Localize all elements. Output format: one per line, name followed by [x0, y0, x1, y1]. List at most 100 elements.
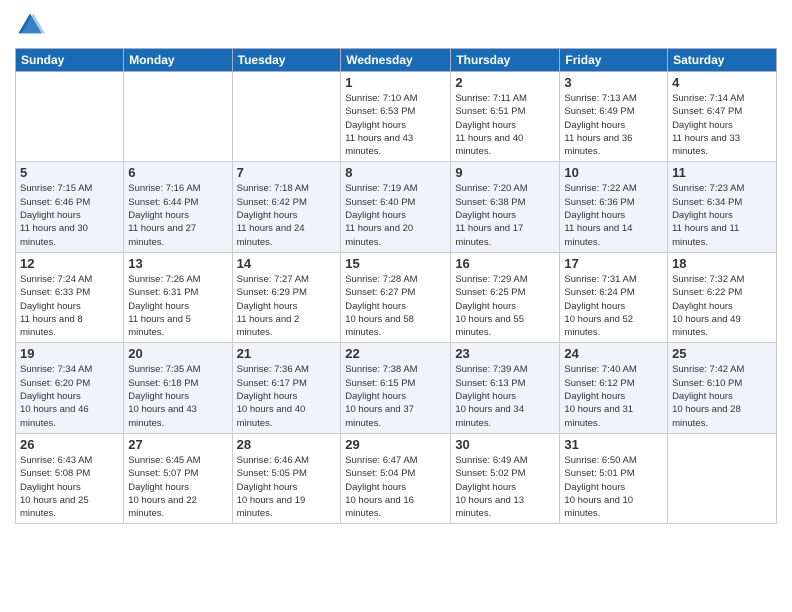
day-info: Sunrise: 6:45 AMSunset: 5:07 PMDaylight … — [128, 454, 227, 520]
week-row-3: 12 Sunrise: 7:24 AMSunset: 6:33 PMDayligh… — [16, 252, 777, 342]
day-info: Sunrise: 7:13 AMSunset: 6:49 PMDaylight … — [564, 92, 663, 158]
day-info: Sunrise: 7:32 AMSunset: 6:22 PMDaylight … — [672, 273, 772, 339]
day-number: 3 — [564, 75, 663, 90]
day-number: 24 — [564, 346, 663, 361]
day-info: Sunrise: 7:29 AMSunset: 6:25 PMDaylight … — [455, 273, 555, 339]
calendar-cell: 19 Sunrise: 7:34 AMSunset: 6:20 PMDayligh… — [16, 343, 124, 433]
day-number: 16 — [455, 256, 555, 271]
day-info: Sunrise: 7:31 AMSunset: 6:24 PMDaylight … — [564, 273, 663, 339]
day-info: Sunrise: 7:22 AMSunset: 6:36 PMDaylight … — [564, 182, 663, 248]
day-number: 23 — [455, 346, 555, 361]
day-number: 4 — [672, 75, 772, 90]
day-number: 13 — [128, 256, 227, 271]
day-info: Sunrise: 7:18 AMSunset: 6:42 PMDaylight … — [237, 182, 337, 248]
calendar-cell: 29Sunrise: 6:47 AMSunset: 5:04 PMDayligh… — [341, 433, 451, 523]
day-number: 18 — [672, 256, 772, 271]
day-info: Sunrise: 7:40 AMSunset: 6:12 PMDaylight … — [564, 363, 663, 429]
logo — [15, 10, 49, 40]
calendar-table: SundayMondayTuesdayWednesdayThursdayFrid… — [15, 48, 777, 524]
day-info: Sunrise: 7:28 AMSunset: 6:27 PMDaylight … — [345, 273, 446, 339]
calendar-cell: 16 Sunrise: 7:29 AMSunset: 6:25 PMDayligh… — [451, 252, 560, 342]
day-number: 15 — [345, 256, 446, 271]
day-number: 2 — [455, 75, 555, 90]
day-header-wednesday: Wednesday — [341, 49, 451, 72]
calendar-cell: 12 Sunrise: 7:24 AMSunset: 6:33 PMDayligh… — [16, 252, 124, 342]
calendar-cell: 7 Sunrise: 7:18 AMSunset: 6:42 PMDaylight… — [232, 162, 341, 252]
day-header-saturday: Saturday — [668, 49, 777, 72]
week-row-4: 19 Sunrise: 7:34 AMSunset: 6:20 PMDayligh… — [16, 343, 777, 433]
day-number: 17 — [564, 256, 663, 271]
day-header-monday: Monday — [124, 49, 232, 72]
calendar-cell: 28 Sunrise: 6:46 AMSunset: 5:05 PMDayligh… — [232, 433, 341, 523]
day-number: 14 — [237, 256, 337, 271]
calendar-cell: 14 Sunrise: 7:27 AMSunset: 6:29 PMDayligh… — [232, 252, 341, 342]
calendar-cell — [232, 72, 341, 162]
calendar-cell: 31Sunrise: 6:50 AMSunset: 5:01 PMDayligh… — [560, 433, 668, 523]
day-info: Sunrise: 7:35 AMSunset: 6:18 PMDaylight … — [128, 363, 227, 429]
day-info: Sunrise: 7:26 AMSunset: 6:31 PMDaylight … — [128, 273, 227, 339]
day-number: 25 — [672, 346, 772, 361]
calendar-cell: 21Sunrise: 7:36 AMSunset: 6:17 PMDayligh… — [232, 343, 341, 433]
week-row-5: 26 Sunrise: 6:43 AMSunset: 5:08 PMDayligh… — [16, 433, 777, 523]
page: SundayMondayTuesdayWednesdayThursdayFrid… — [0, 0, 792, 612]
calendar-cell: 23 Sunrise: 7:39 AMSunset: 6:13 PMDayligh… — [451, 343, 560, 433]
day-number: 22 — [345, 346, 446, 361]
day-number: 27 — [128, 437, 227, 452]
day-number: 28 — [237, 437, 337, 452]
day-number: 11 — [672, 165, 772, 180]
logo-icon — [15, 10, 45, 40]
day-info: Sunrise: 7:20 AMSunset: 6:38 PMDaylight … — [455, 182, 555, 248]
day-info: Sunrise: 6:49 AMSunset: 5:02 PMDaylight … — [455, 454, 555, 520]
day-number: 26 — [20, 437, 119, 452]
day-info: Sunrise: 6:43 AMSunset: 5:08 PMDaylight … — [20, 454, 119, 520]
calendar-cell: 25 Sunrise: 7:42 AMSunset: 6:10 PMDayligh… — [668, 343, 777, 433]
day-info: Sunrise: 7:10 AMSunset: 6:53 PMDaylight … — [345, 92, 446, 158]
calendar-cell: 13 Sunrise: 7:26 AMSunset: 6:31 PMDayligh… — [124, 252, 232, 342]
calendar-cell: 18 Sunrise: 7:32 AMSunset: 6:22 PMDayligh… — [668, 252, 777, 342]
day-info: Sunrise: 6:46 AMSunset: 5:05 PMDaylight … — [237, 454, 337, 520]
day-info: Sunrise: 7:38 AMSunset: 6:15 PMDaylight … — [345, 363, 446, 429]
day-number: 6 — [128, 165, 227, 180]
day-header-thursday: Thursday — [451, 49, 560, 72]
day-info: Sunrise: 7:15 AMSunset: 6:46 PMDaylight … — [20, 182, 119, 248]
calendar-cell — [124, 72, 232, 162]
day-header-tuesday: Tuesday — [232, 49, 341, 72]
day-info: Sunrise: 6:50 AMSunset: 5:01 PMDaylight … — [564, 454, 663, 520]
calendar-cell: 15 Sunrise: 7:28 AMSunset: 6:27 PMDayligh… — [341, 252, 451, 342]
calendar-cell: 10 Sunrise: 7:22 AMSunset: 6:36 PMDayligh… — [560, 162, 668, 252]
day-info: Sunrise: 7:19 AMSunset: 6:40 PMDaylight … — [345, 182, 446, 248]
day-info: Sunrise: 7:42 AMSunset: 6:10 PMDaylight … — [672, 363, 772, 429]
day-number: 10 — [564, 165, 663, 180]
day-number: 5 — [20, 165, 119, 180]
calendar-cell — [668, 433, 777, 523]
day-number: 12 — [20, 256, 119, 271]
day-info: Sunrise: 7:14 AMSunset: 6:47 PMDaylight … — [672, 92, 772, 158]
day-info: Sunrise: 6:47 AMSunset: 5:04 PMDaylight … — [345, 454, 446, 520]
day-number: 7 — [237, 165, 337, 180]
calendar-cell: 24 Sunrise: 7:40 AMSunset: 6:12 PMDayligh… — [560, 343, 668, 433]
calendar-cell: 26 Sunrise: 6:43 AMSunset: 5:08 PMDayligh… — [16, 433, 124, 523]
day-header-sunday: Sunday — [16, 49, 124, 72]
calendar-cell: 27 Sunrise: 6:45 AMSunset: 5:07 PMDayligh… — [124, 433, 232, 523]
day-info: Sunrise: 7:11 AMSunset: 6:51 PMDaylight … — [455, 92, 555, 158]
calendar-cell: 9Sunrise: 7:20 AMSunset: 6:38 PMDaylight… — [451, 162, 560, 252]
calendar-cell: 17 Sunrise: 7:31 AMSunset: 6:24 PMDayligh… — [560, 252, 668, 342]
calendar-cell: 20Sunrise: 7:35 AMSunset: 6:18 PMDayligh… — [124, 343, 232, 433]
calendar-cell: 5 Sunrise: 7:15 AMSunset: 6:46 PMDaylight… — [16, 162, 124, 252]
calendar-cell: 3 Sunrise: 7:13 AMSunset: 6:49 PMDaylight… — [560, 72, 668, 162]
day-header-friday: Friday — [560, 49, 668, 72]
day-info: Sunrise: 7:39 AMSunset: 6:13 PMDaylight … — [455, 363, 555, 429]
day-info: Sunrise: 7:27 AMSunset: 6:29 PMDaylight … — [237, 273, 337, 339]
day-info: Sunrise: 7:34 AMSunset: 6:20 PMDaylight … — [20, 363, 119, 429]
calendar-cell: 8Sunrise: 7:19 AMSunset: 6:40 PMDaylight… — [341, 162, 451, 252]
day-info: Sunrise: 7:36 AMSunset: 6:17 PMDaylight … — [237, 363, 337, 429]
calendar-cell: 6Sunrise: 7:16 AMSunset: 6:44 PMDaylight… — [124, 162, 232, 252]
week-row-1: 1 Sunrise: 7:10 AMSunset: 6:53 PMDaylight… — [16, 72, 777, 162]
day-number: 1 — [345, 75, 446, 90]
calendar-cell: 11 Sunrise: 7:23 AMSunset: 6:34 PMDayligh… — [668, 162, 777, 252]
day-number: 19 — [20, 346, 119, 361]
calendar-cell: 2 Sunrise: 7:11 AMSunset: 6:51 PMDaylight… — [451, 72, 560, 162]
day-info: Sunrise: 7:23 AMSunset: 6:34 PMDaylight … — [672, 182, 772, 248]
calendar-cell: 4 Sunrise: 7:14 AMSunset: 6:47 PMDaylight… — [668, 72, 777, 162]
day-info: Sunrise: 7:24 AMSunset: 6:33 PMDaylight … — [20, 273, 119, 339]
